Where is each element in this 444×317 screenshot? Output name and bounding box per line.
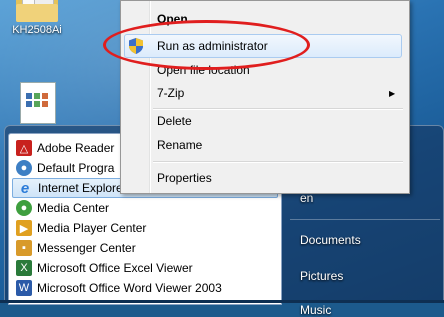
submenu-arrow-icon: ▶ [389,89,396,98]
right-pane-pictures[interactable]: Pictures [300,269,343,283]
program-label: Media Center [37,201,110,215]
desktop-icon-kh2508ai[interactable]: KH2508Ai [2,0,72,36]
adobe-reader-icon: △ [16,140,32,156]
program-media-player-center[interactable]: ▶ Media Player Center [12,218,276,238]
menu-item-delete[interactable]: Delete [157,114,192,128]
annotation-red-circle [103,20,310,70]
menu-separator [153,108,403,109]
folder-icon [16,0,58,22]
program-label: Internet Explorer [38,181,127,195]
internet-explorer-icon: e [20,179,30,197]
document-icon [20,82,56,124]
desktop-icon-label: KH2508Ai [12,24,62,36]
desktop-icon-file[interactable] [20,82,56,124]
program-label: Default Progra [37,161,115,175]
messenger-center-icon: ▪ [16,240,32,256]
program-label: Microsoft Office Word Viewer 2003 [37,281,222,295]
menu-item-rename[interactable]: Rename [157,138,202,152]
program-label: Microsoft Office Excel Viewer [37,261,193,275]
program-messenger-center[interactable]: ▪ Messenger Center [12,238,276,258]
program-label: Media Player Center [37,221,147,235]
right-pane-divider [290,219,440,220]
menu-separator [153,161,403,162]
right-pane-music[interactable]: Music [300,303,331,317]
media-player-center-icon: ▶ [16,220,32,236]
program-label: Messenger Center [37,241,136,255]
media-center-icon: ● [16,200,32,216]
menu-item-properties[interactable]: Properties [157,171,212,185]
program-media-center[interactable]: ● Media Center [12,198,276,218]
program-word-viewer[interactable]: W Microsoft Office Word Viewer 2003 [12,278,276,298]
word-viewer-icon: W [16,280,32,296]
excel-viewer-icon: X [16,260,32,276]
program-label: Adobe Reader [37,141,115,155]
program-excel-viewer[interactable]: X Microsoft Office Excel Viewer [12,258,276,278]
menu-item-7zip[interactable]: 7-Zip [157,86,184,100]
right-pane-documents[interactable]: Documents [300,233,361,247]
default-programs-icon: ● [16,160,32,176]
